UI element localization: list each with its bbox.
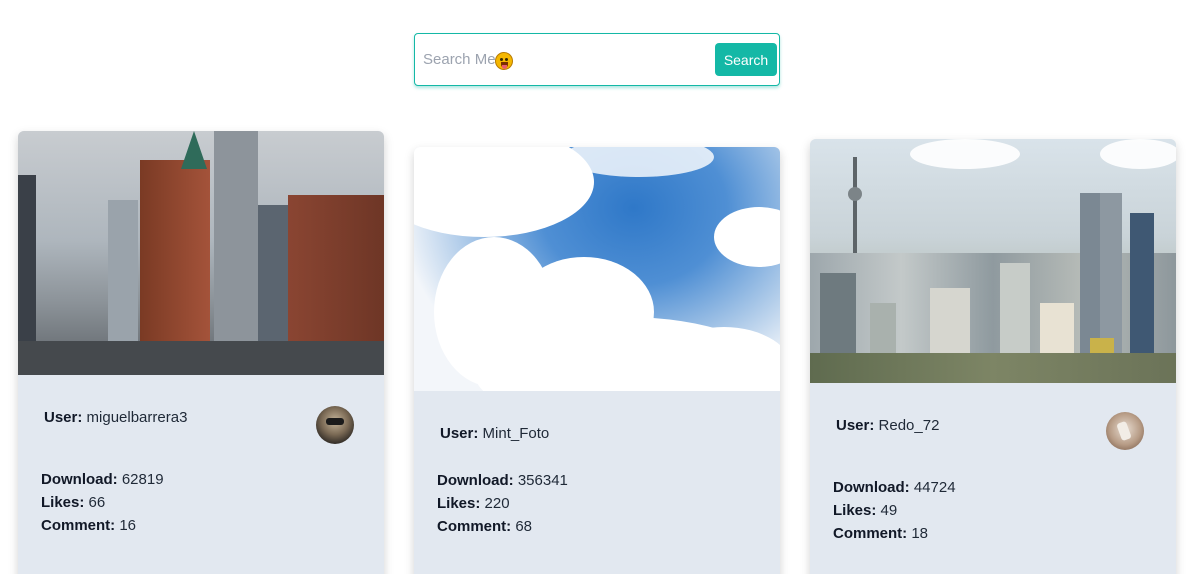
user-name[interactable]: Redo_72: [879, 417, 940, 434]
search-button[interactable]: Search: [715, 43, 777, 76]
likes-count: 66: [88, 494, 106, 511]
download-label: Download:: [41, 471, 118, 488]
image-card: User: Mint_Foto Download: 356341 Likes: …: [414, 147, 780, 574]
likes-count: 49: [880, 502, 898, 519]
comment-count: 68: [515, 518, 533, 535]
likes-row: Likes: 66: [41, 491, 164, 514]
likes-label: Likes:: [833, 502, 877, 519]
user-line: User: Redo_72: [836, 417, 939, 434]
user-line: User: miguelbarrera3: [44, 409, 187, 426]
card-stats: Download: 62819 Likes: 66 Comment: 16: [41, 468, 164, 537]
search-form: Search: [414, 33, 780, 86]
page: Search User: miguelbarrera3 Download:: [0, 0, 1200, 574]
likes-count: 220: [484, 495, 510, 512]
user-label: User:: [44, 409, 83, 426]
comment-row: Comment: 68: [437, 515, 568, 538]
download-label: Download:: [437, 472, 514, 489]
comment-label: Comment:: [437, 518, 512, 535]
comment-row: Comment: 16: [41, 514, 164, 537]
user-label: User:: [440, 425, 479, 442]
comment-row: Comment: 18: [833, 522, 956, 545]
search-input[interactable]: [415, 34, 715, 85]
likes-row: Likes: 220: [437, 492, 568, 515]
download-row: Download: 356341: [437, 469, 568, 492]
comment-count: 16: [119, 517, 137, 534]
image-card: User: Redo_72 Download: 44724 Likes: 49 …: [810, 139, 1176, 574]
city-skyline-towers-photo[interactable]: [810, 139, 1176, 383]
download-count: 62819: [121, 471, 164, 488]
likes-row: Likes: 49: [833, 499, 956, 522]
likes-label: Likes:: [437, 495, 481, 512]
comment-label: Comment:: [41, 517, 116, 534]
download-label: Download:: [833, 479, 910, 496]
city-street-flatiron-photo[interactable]: [18, 131, 384, 375]
download-row: Download: 62819: [41, 468, 164, 491]
user-avatar[interactable]: [1106, 412, 1144, 450]
user-avatar[interactable]: [316, 406, 354, 444]
comment-count: 18: [911, 525, 929, 542]
image-card: User: miguelbarrera3 Download: 62819 Lik…: [18, 131, 384, 574]
card-stats: Download: 356341 Likes: 220 Comment: 68: [437, 469, 568, 538]
download-count: 356341: [517, 472, 568, 489]
cloudy-blue-sky-photo[interactable]: [414, 147, 780, 391]
card-stats: Download: 44724 Likes: 49 Comment: 18: [833, 476, 956, 545]
comment-label: Comment:: [833, 525, 908, 542]
user-name[interactable]: miguelbarrera3: [87, 409, 188, 426]
download-row: Download: 44724: [833, 476, 956, 499]
user-name[interactable]: Mint_Foto: [483, 425, 550, 442]
user-line: User: Mint_Foto: [440, 425, 549, 442]
face-with-tongue-icon: [495, 52, 513, 70]
likes-label: Likes:: [41, 494, 85, 511]
download-count: 44724: [913, 479, 956, 496]
user-label: User:: [836, 417, 875, 434]
